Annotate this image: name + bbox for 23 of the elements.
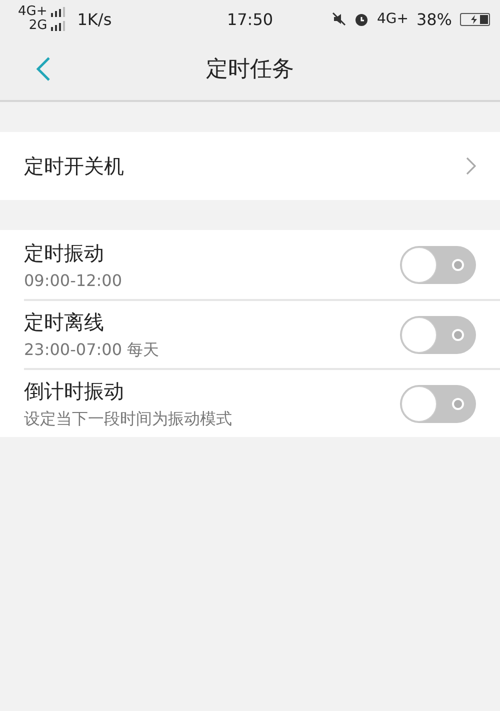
signal-icon bbox=[51, 7, 68, 17]
chevron-icon bbox=[466, 157, 476, 175]
network-label: 4G+ bbox=[376, 11, 408, 27]
clock: 17:50 bbox=[226, 10, 274, 28]
toggle-detail: 设定当下一段时间为振动模式 bbox=[24, 408, 232, 430]
network-label: 2G bbox=[28, 19, 48, 33]
toggle-detail: 23:00-07:00 每天 bbox=[24, 340, 160, 360]
page-title: 定时任务 bbox=[206, 56, 294, 84]
network-speed: 1K/s bbox=[77, 10, 112, 28]
back-icon bbox=[34, 56, 52, 82]
battery-percent: 38% bbox=[416, 10, 452, 28]
toggle-switch[interactable] bbox=[400, 246, 476, 284]
toggle-label: 倒计时振动 bbox=[24, 378, 125, 404]
alarm-icon bbox=[354, 12, 369, 26]
toggle-switch[interactable] bbox=[400, 316, 476, 354]
mute-icon bbox=[332, 12, 346, 26]
network-label: 4G+ bbox=[18, 5, 48, 19]
toggle-switch[interactable] bbox=[400, 384, 476, 422]
toggle-label: 定时离线 bbox=[24, 308, 105, 336]
settings-row[interactable]: 定时开关机 bbox=[0, 132, 500, 200]
toggle-label: 定时振动 bbox=[24, 240, 105, 266]
signal-icon bbox=[51, 21, 68, 31]
toggle-detail: 09:00-12:00 bbox=[24, 270, 122, 290]
